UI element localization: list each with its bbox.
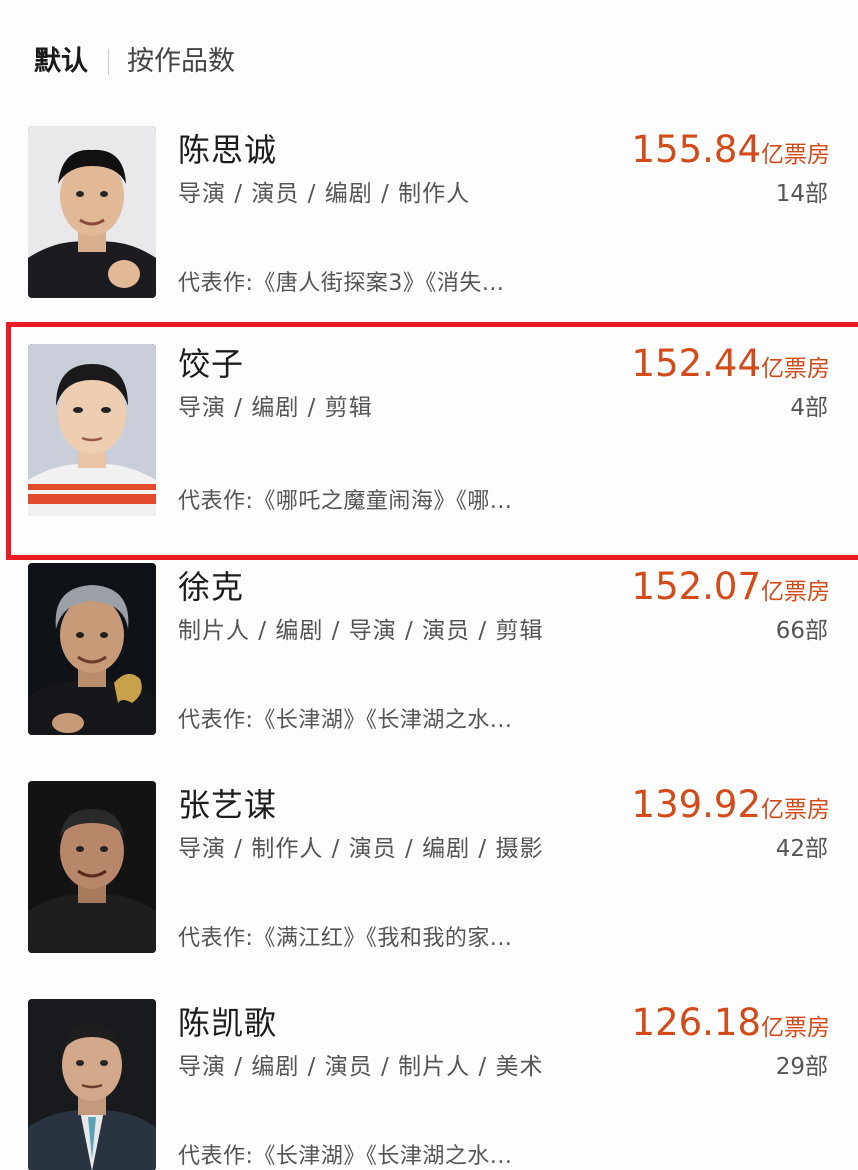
director-works: 代表作:《满江红》《我和我的家... bbox=[178, 926, 513, 951]
director-avatar bbox=[28, 126, 156, 298]
director-works: 代表作:《唐人街探案3》《消失... bbox=[178, 271, 505, 296]
director-row[interactable]: 徐克 制片人 / 编剧 / 导演 / 演员 / 剪辑 代表作:《长津湖》《长津湖… bbox=[0, 545, 858, 763]
director-works: 代表作:《长津湖》《长津湖之水... bbox=[178, 1144, 513, 1169]
director-avatar bbox=[28, 999, 156, 1170]
film-count: 66部 bbox=[775, 618, 828, 644]
director-roles: 导演 / 制作人 / 演员 / 编剧 / 摄影 bbox=[178, 836, 544, 862]
director-works: 代表作:《哪吒之魔童闹海》《哪... bbox=[178, 489, 513, 514]
box-office-value: 155.84 bbox=[631, 128, 761, 171]
director-name: 陈凯歌 bbox=[178, 1004, 278, 1042]
box-office-unit: 亿票房 bbox=[761, 579, 830, 605]
sort-tab-by-works[interactable]: 按作品数 bbox=[127, 44, 235, 80]
box-office: 126.18亿票房 bbox=[632, 999, 830, 1047]
director-row[interactable]: 陈凯歌 导演 / 编剧 / 演员 / 制片人 / 美术 代表作:《长津湖》《长津… bbox=[0, 981, 858, 1170]
director-name: 陈思诚 bbox=[178, 131, 278, 169]
director-roles: 制片人 / 编剧 / 导演 / 演员 / 剪辑 bbox=[178, 618, 544, 644]
director-avatar bbox=[28, 344, 156, 516]
director-ranking-page: 默认 按作品数 陈思诚 导演 / 演员 / 编剧 / 制作人 代表作:《唐人街探… bbox=[0, 0, 858, 1170]
box-office: 155.84亿票房 bbox=[632, 126, 830, 174]
box-office-unit: 亿票房 bbox=[761, 142, 830, 168]
film-count: 4部 bbox=[790, 395, 828, 421]
sort-bar: 默认 按作品数 bbox=[0, 0, 858, 108]
director-row[interactable]: 张艺谋 导演 / 制作人 / 演员 / 编剧 / 摄影 代表作:《满江红》《我和… bbox=[0, 763, 858, 981]
box-office-value: 152.07 bbox=[631, 565, 761, 608]
director-row[interactable]: 陈思诚 导演 / 演员 / 编剧 / 制作人 代表作:《唐人街探案3》《消失..… bbox=[0, 108, 858, 326]
director-name: 张艺谋 bbox=[178, 786, 278, 824]
film-count: 29部 bbox=[775, 1054, 828, 1080]
director-roles: 导演 / 演员 / 编剧 / 制作人 bbox=[178, 181, 471, 207]
box-office: 152.07亿票房 bbox=[632, 563, 830, 611]
director-works: 代表作:《长津湖》《长津湖之水... bbox=[178, 708, 513, 733]
box-office-value: 139.92 bbox=[631, 783, 761, 826]
director-roles: 导演 / 编剧 / 剪辑 bbox=[178, 395, 373, 421]
film-count: 14部 bbox=[775, 181, 828, 207]
sort-tab-default[interactable]: 默认 bbox=[34, 44, 88, 80]
box-office-unit: 亿票房 bbox=[761, 1015, 830, 1041]
film-count: 42部 bbox=[775, 836, 828, 862]
box-office-unit: 亿票房 bbox=[761, 356, 830, 382]
director-avatar bbox=[28, 781, 156, 953]
box-office-value: 152.44 bbox=[631, 342, 761, 385]
sort-divider bbox=[108, 49, 109, 75]
director-roles: 导演 / 编剧 / 演员 / 制片人 / 美术 bbox=[178, 1054, 544, 1080]
director-name: 徐克 bbox=[178, 568, 245, 606]
director-name: 饺子 bbox=[178, 345, 245, 383]
director-row-highlighted[interactable]: 饺子 导演 / 编剧 / 剪辑 代表作:《哪吒之魔童闹海》《哪... 152.4… bbox=[0, 322, 858, 560]
box-office: 139.92亿票房 bbox=[632, 781, 830, 829]
box-office-unit: 亿票房 bbox=[761, 797, 830, 823]
box-office: 152.44亿票房 bbox=[632, 340, 830, 388]
box-office-value: 126.18 bbox=[631, 1001, 761, 1044]
director-avatar bbox=[28, 563, 156, 735]
